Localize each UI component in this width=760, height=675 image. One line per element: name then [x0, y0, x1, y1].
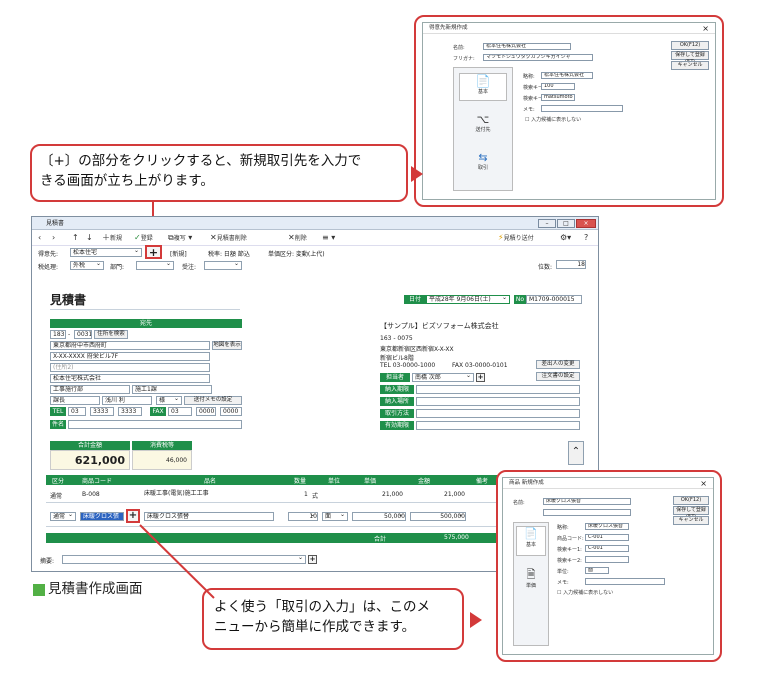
product-pointer-line	[139, 524, 215, 599]
pointer-line-svg	[139, 524, 215, 599]
